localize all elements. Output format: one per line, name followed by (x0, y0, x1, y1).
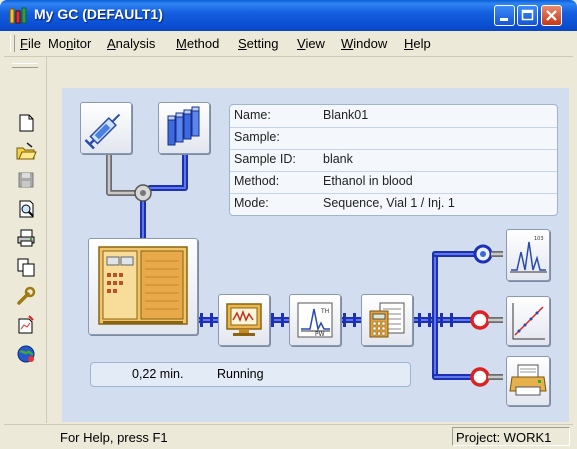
monitor-button[interactable] (218, 294, 270, 346)
monitor-icon (226, 303, 262, 336)
run-state: Running (217, 367, 264, 381)
printer-output-button[interactable] (506, 356, 550, 406)
svg-text:PW: PW (315, 331, 325, 338)
info-label: Sample ID: (234, 152, 296, 166)
gc-instrument-button[interactable] (88, 238, 198, 335)
chromatogram-button[interactable]: TH PW (289, 294, 341, 346)
info-label: Method: (234, 174, 280, 188)
info-label: Sample: (234, 130, 280, 144)
vial-rack-button[interactable] (158, 102, 210, 154)
info-value: Blank01 (323, 108, 369, 122)
printer-icon (509, 364, 547, 396)
info-label: Name: (234, 108, 271, 122)
info-label: Mode: (234, 196, 269, 210)
info-row-name: Name: Blank01 (230, 105, 557, 128)
info-row-sample-id: Sample ID: blank (230, 149, 557, 172)
info-value: blank (323, 152, 353, 166)
svg-text:103: 103 (534, 236, 544, 242)
run-time: 0,22 min. (132, 367, 184, 381)
vial-rack-icon (167, 106, 200, 146)
sample-info-panel: Name: Blank01 Sample: Sample ID: blank M… (229, 104, 558, 216)
status-project-text: Project: WORK1 (456, 430, 552, 445)
info-row-sample: Sample: (230, 127, 557, 150)
calculation-button[interactable] (361, 294, 413, 346)
status-project-pane: Project: WORK1 (452, 427, 570, 446)
status-help-text: For Help, press F1 (60, 430, 168, 445)
info-value: Ethanol in blood (323, 174, 413, 188)
calibration-output-button[interactable] (506, 296, 550, 346)
status-bar: For Help, press F1 Project: WORK1 (4, 424, 573, 449)
peaks-output-button[interactable]: 103 (506, 229, 550, 281)
info-row-mode: Mode: Sequence, Vial 1 / Inj. 1 (230, 193, 557, 215)
autosampler-button[interactable] (80, 102, 132, 154)
calibration-curve-icon (512, 303, 545, 340)
svg-text:TH: TH (320, 308, 329, 315)
info-value: Sequence, Vial 1 / Inj. 1 (323, 196, 455, 210)
run-status-panel: 0,22 min. Running (90, 362, 411, 387)
gc-oven-icon (98, 246, 188, 325)
chromatogram-icon: TH PW (297, 302, 333, 338)
syringe-icon (84, 113, 121, 150)
info-row-method: Method: Ethanol in blood (230, 171, 557, 194)
calculator-icon (369, 302, 405, 338)
peaks-icon: 103 (510, 236, 547, 273)
